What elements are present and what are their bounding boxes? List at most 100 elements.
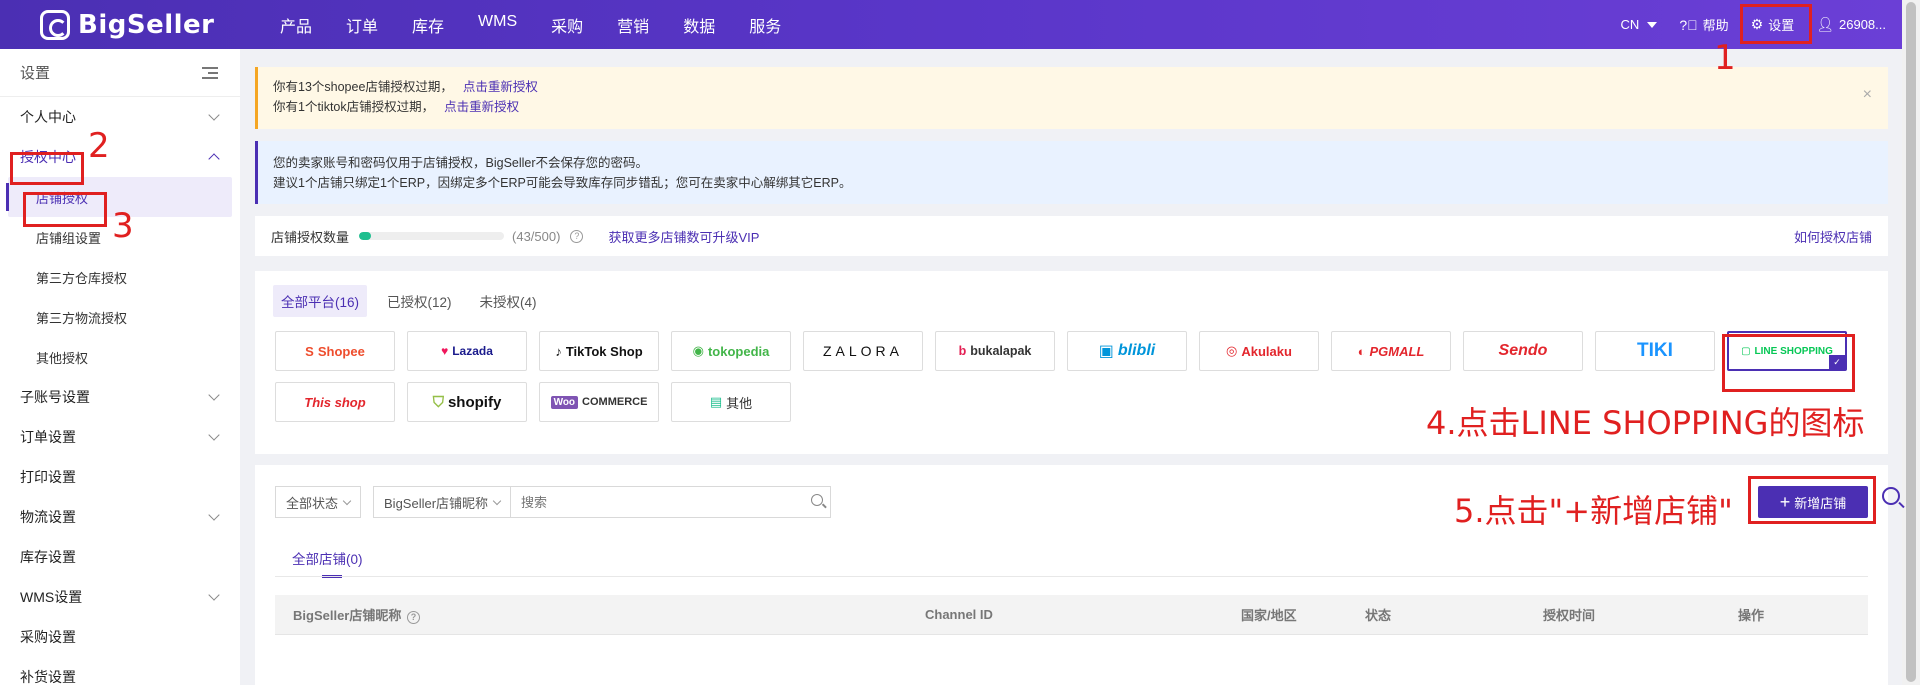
sidebar-title: 设置 xyxy=(20,65,51,82)
nav-inventory[interactable]: 库存 xyxy=(412,13,444,37)
caret-down-icon xyxy=(1647,21,1658,28)
store-quota-bar: 店铺授权数量 (43/500) ? 获取更多店铺数可升级VIP 如何授权店铺 xyxy=(255,216,1888,256)
lazada-heart-icon: ♥ xyxy=(441,344,449,358)
sidebar-item-label: 订单设置 xyxy=(20,429,76,445)
sidebar-item-replenish-settings[interactable]: 补货设置 xyxy=(0,657,240,685)
nav-data[interactable]: 数据 xyxy=(683,13,715,37)
reauth-tiktok-link[interactable]: 点击重新授权 xyxy=(444,100,519,114)
quota-label: 店铺授权数量 xyxy=(271,229,350,245)
woo-badge-icon: Woo xyxy=(550,395,579,409)
nav-purchase[interactable]: 采购 xyxy=(551,13,583,37)
platform-pgmall[interactable]: ◐ PGMALL xyxy=(1331,331,1451,371)
platform-akulaku[interactable]: ◎ Akulaku xyxy=(1199,331,1319,371)
nav-service[interactable]: 服务 xyxy=(749,13,781,37)
platform-tabs: 全部平台(16) 已授权(12) 未授权(4) xyxy=(273,285,557,317)
platform-label: Lazada xyxy=(452,344,493,358)
alert-text: 你有13个shopee店铺授权过期， xyxy=(273,80,453,94)
platform-shopify[interactable]: ⛉ shopify xyxy=(407,382,527,422)
help-link[interactable]: ?⃝ 帮助 xyxy=(1679,15,1728,34)
annotation-number-1: 1 xyxy=(1714,38,1736,78)
how-to-auth-link[interactable]: 如何授权店铺 xyxy=(1794,227,1872,246)
sidebar-sub-label: 第三方物流授权 xyxy=(36,310,128,326)
platform-label: Akulaku xyxy=(1241,343,1292,359)
search-icon[interactable] xyxy=(811,494,824,506)
collapse-menu-icon[interactable] xyxy=(202,66,218,79)
blibli-bag-icon: ▣ xyxy=(1098,343,1114,360)
platform-tiktok-shop[interactable]: ♪ TikTok Shop xyxy=(539,331,659,371)
nav-product[interactable]: 产品 xyxy=(280,13,312,37)
col-country: 国家/地区 xyxy=(1241,608,1297,623)
reauth-shopee-link[interactable]: 点击重新授权 xyxy=(463,80,538,94)
sidebar-item-print-settings[interactable]: 打印设置 xyxy=(0,457,240,497)
sidebar-sub-3pl-warehouse[interactable]: 第三方仓库授权 xyxy=(0,257,240,297)
user-menu[interactable]: 👤︎ 26908... xyxy=(1816,16,1886,33)
close-icon[interactable]: × xyxy=(1863,85,1872,105)
sidebar-sub-other-auth[interactable]: 其他授权 xyxy=(0,337,240,377)
sidebar-sub-3pl-logistics[interactable]: 第三方物流授权 xyxy=(0,297,240,337)
platform-woocommerce[interactable]: Woo COMMERCE xyxy=(539,382,659,422)
alert-line: 你有1个tiktok店铺授权过期， 点击重新授权 xyxy=(273,97,1873,117)
platform-lazada[interactable]: ♥ Lazada xyxy=(407,331,527,371)
sidebar-item-purchase-settings[interactable]: 采购设置 xyxy=(0,617,240,657)
platform-label: PGMALL xyxy=(1369,343,1425,359)
bukalapak-icon: b xyxy=(958,344,967,358)
platform-label: blibli xyxy=(1117,342,1156,359)
sidebar-item-logistics-settings[interactable]: 物流设置 xyxy=(0,497,240,537)
tab-divider xyxy=(275,576,1868,577)
platform-label: ZALORA xyxy=(822,343,903,359)
platform-shopee[interactable]: S Shopee xyxy=(275,331,395,371)
question-circle-icon: ?⃝ xyxy=(1679,16,1698,33)
nav-wms[interactable]: WMS xyxy=(478,13,517,37)
nav-order[interactable]: 订单 xyxy=(346,13,378,37)
chevron-up-icon xyxy=(208,153,220,165)
language-label: CN xyxy=(1620,17,1640,32)
user-icon: 👤︎ xyxy=(1816,16,1834,32)
page-scrollbar[interactable] xyxy=(1902,0,1920,685)
info-alert: 您的卖家账号和密码仅用于店铺授权，BigSeller不会保存您的密码。 建议1个… xyxy=(255,141,1888,204)
platform-sendo[interactable]: Sendo xyxy=(1463,331,1583,371)
platform-tokopedia[interactable]: ◉ tokopedia xyxy=(671,331,791,371)
tab-unauthorized[interactable]: 未授权(4) xyxy=(472,285,545,317)
annotation-step-5: 5.点击"+新增店铺" xyxy=(1454,492,1733,530)
status-select-value: 全部状态 xyxy=(286,495,339,511)
sidebar-item-inventory-settings[interactable]: 库存设置 xyxy=(0,537,240,577)
annotation-number-2: 2 xyxy=(88,126,110,166)
status-select[interactable]: 全部状态 xyxy=(275,486,362,518)
tab-authorized[interactable]: 已授权(12) xyxy=(379,285,460,317)
search-input[interactable] xyxy=(511,486,832,518)
platform-this-shop[interactable]: This shop xyxy=(275,382,395,422)
filter-bar: 全部状态 BigSeller店铺昵称 xyxy=(275,486,832,518)
scrollbar-thumb[interactable] xyxy=(1906,2,1916,682)
quota-count: (43/500) xyxy=(512,228,561,244)
tab-all-stores[interactable]: 全部店铺(0) xyxy=(292,548,363,578)
language-selector[interactable]: CN xyxy=(1621,17,1658,32)
tab-all-platforms[interactable]: 全部平台(16) xyxy=(273,285,368,317)
tiktok-note-icon: ♪ xyxy=(555,343,562,359)
search-field-select[interactable]: BigSeller店铺昵称 xyxy=(373,486,512,518)
platform-tiki[interactable]: TIKI xyxy=(1595,331,1715,371)
sidebar-item-order-settings[interactable]: 订单设置 xyxy=(0,417,240,457)
platform-other[interactable]: ▤ 其他 xyxy=(671,382,791,422)
nav-marketing[interactable]: 营销 xyxy=(617,13,649,37)
upgrade-vip-link[interactable]: 获取更多店铺数可升级VIP xyxy=(608,227,759,246)
question-circle-icon[interactable]: ? xyxy=(406,611,420,624)
annotation-number-3: 3 xyxy=(112,206,134,246)
platform-blibli[interactable]: ▣ blibli xyxy=(1067,331,1187,371)
question-circle-icon[interactable]: ? xyxy=(570,229,584,243)
col-auth-time: 授权时间 xyxy=(1543,608,1596,623)
platform-zalora[interactable]: ZALORA xyxy=(803,331,923,371)
search-icon[interactable] xyxy=(1882,487,1900,505)
quota-progress xyxy=(359,232,505,240)
settings-sidebar: 设置 个人中心 授权中心 店铺授权 店铺组设置 第三方仓库授权 第三方物流授权 … xyxy=(0,49,240,685)
sidebar-item-label: 打印设置 xyxy=(20,469,76,485)
platform-bukalapak[interactable]: b bukalapak xyxy=(935,331,1055,371)
platform-label: shopify xyxy=(447,393,502,411)
sidebar-item-wms-settings[interactable]: WMS设置 xyxy=(0,577,240,617)
user-name: 26908... xyxy=(1839,17,1886,32)
sidebar-header: 设置 xyxy=(0,49,240,97)
sidebar-sub-label: 店铺组设置 xyxy=(36,230,102,246)
logo[interactable]: BigSeller xyxy=(40,9,230,40)
sidebar-item-personal-center[interactable]: 个人中心 xyxy=(0,97,240,137)
shopify-bag-icon: ⛉ xyxy=(432,393,444,411)
sidebar-item-subaccount[interactable]: 子账号设置 xyxy=(0,377,240,417)
